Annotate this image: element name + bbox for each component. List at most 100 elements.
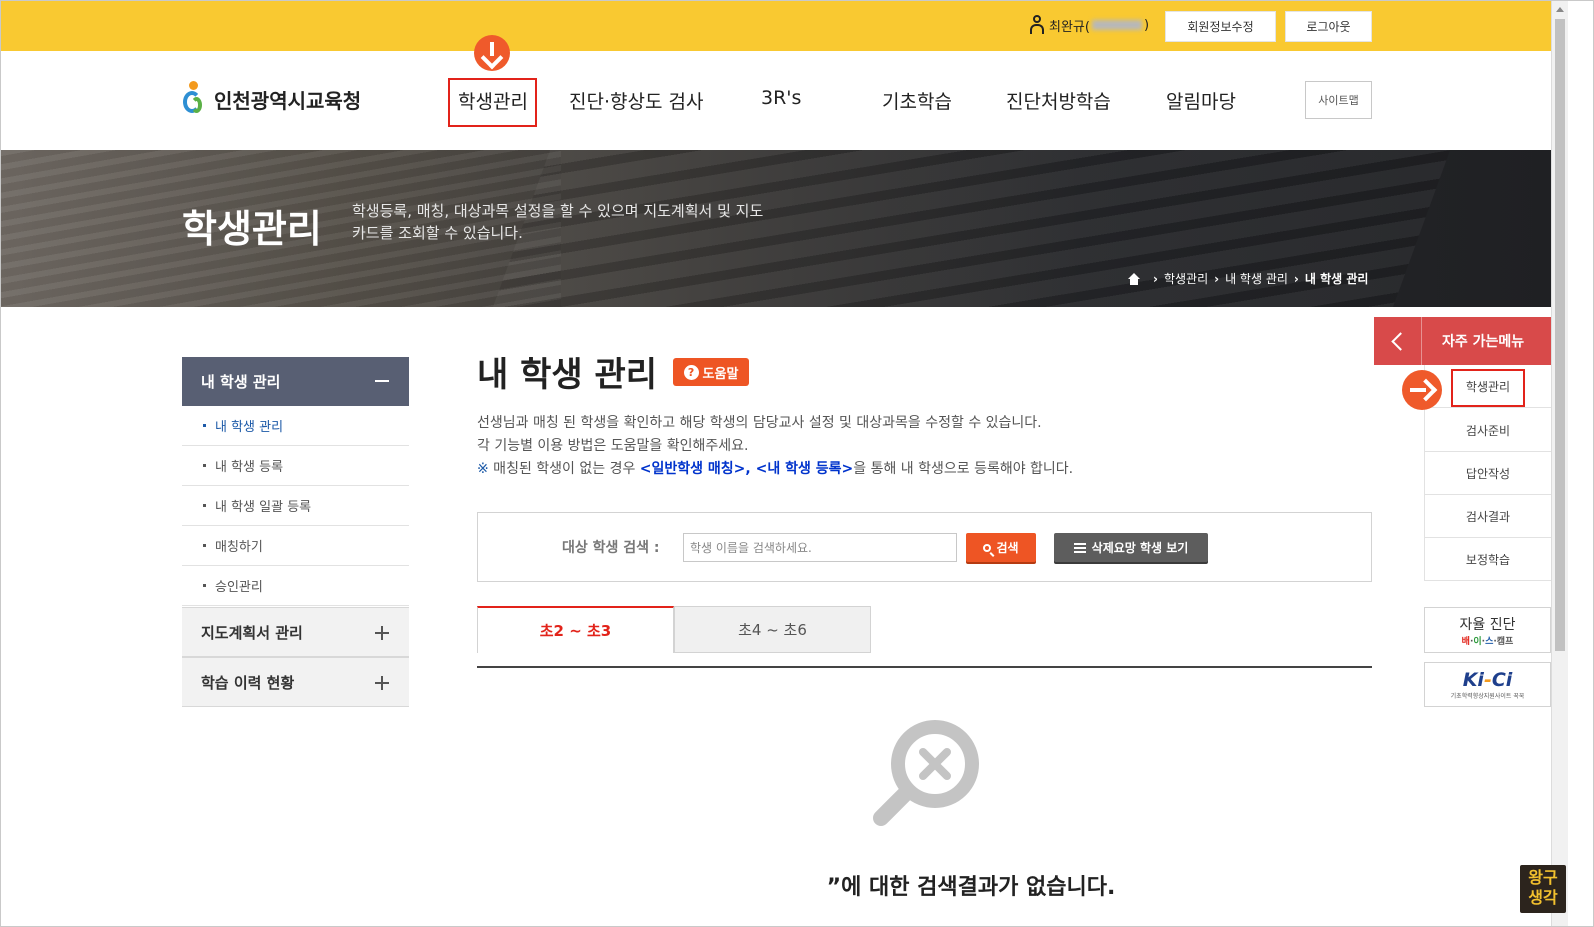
user-info: 최완규( ) [1029,15,1149,35]
banner-title: 학생관리 [182,207,322,251]
quick-menu-title: 자주 가는메뉴 [1442,334,1525,350]
note-text: 매칭된 학생이 없는 경우 [488,461,640,477]
register-student-link[interactable]: <내 학생 등록> [756,461,854,477]
nav-notice[interactable]: 알림마당 [1166,87,1236,114]
search-button-label: 검색 [996,541,1019,555]
home-icon[interactable] [1127,272,1141,285]
quick-highlight-box [1451,369,1525,407]
banner-subtitle: 배·이·스·캠프 [1461,636,1514,647]
quick-menu-header: 자주 가는메뉴 [1374,317,1551,365]
kici-logo: Ki-Ci [1462,669,1513,691]
right-arrow-icon [1402,370,1442,410]
search-button[interactable]: 검색 [966,533,1036,562]
breadcrumb: › 학생관리 › 내 학생 관리 › 내 학생 관리 [1127,270,1368,287]
sidebar-group-label: 내 학생 관리 [201,373,281,391]
nav-prescription-learning[interactable]: 진단처방학습 [1006,87,1111,114]
down-arrow-icon [474,35,510,71]
tab-grade-4-6[interactable]: 초4 ~ 초6 [674,606,871,653]
logo-mark-icon [182,81,206,117]
page-title: 내 학생 관리 [477,355,658,395]
search-icon [983,543,992,552]
sidebar-item-my-student-management[interactable]: 내 학생 관리 [182,406,409,446]
nav-diagnosis-test[interactable]: 진단·향상도 검사 [569,87,703,114]
sidebar-item-label: 매칭하기 [215,540,263,555]
tab-grade-2-3[interactable]: 초2 ~ 초3 [477,606,674,653]
sidebar-group-label: 학습 이력 현황 [201,673,295,692]
breadcrumb-item[interactable]: 내 학생 관리 [1225,270,1288,287]
scroll-thumb[interactable] [1555,19,1565,651]
empty-result-message: ”에 대한 검색결과가 없습니다. [826,875,1116,900]
bullet-icon [203,544,206,547]
student-search-panel: 대상 학생 검색 : 검색 삭제요망 학생 보기 [477,512,1372,582]
top-utility-bar: 최완규( ) 회원정보수정 로그아웃 [1,1,1551,51]
site-header: 인천광역시교육청 학생관리 진단·향상도 검사 3R's 기초학습 진단처방학습… [1,51,1551,150]
edit-profile-button[interactable]: 회원정보수정 [1165,11,1276,42]
sidebar-group-label: 지도계획서 관리 [201,623,303,642]
view-deleted-students-button[interactable]: 삭제요망 학생 보기 [1054,533,1208,562]
self-diagnosis-banner[interactable]: 자율 진단 배·이·스·캠프 [1424,607,1551,653]
note-text: 을 통해 내 학생으로 등록해야 합니다. [853,461,1074,477]
chevron-left-icon[interactable] [1374,317,1422,365]
view-deleted-label: 삭제요망 학생 보기 [1091,541,1189,555]
user-icon [1029,15,1045,35]
vertical-scrollbar[interactable] [1551,1,1568,926]
sidebar-item-label: 내 학생 관리 [215,420,284,435]
description-note: ※ 매칭된 학생이 없는 경우 <일반학생 매칭>, <내 학생 등록>을 통해… [477,458,1073,481]
chevron-right-icon: › [1153,271,1158,286]
blurred-user-id [1091,20,1142,30]
banner-description: 학생등록, 매칭, 대상과목 설정을 할 수 있으며 지도계획서 및 지도카드를… [352,202,764,242]
logo-text: 인천광역시교육청 [214,88,362,113]
question-icon: ? [683,364,699,380]
site-logo[interactable]: 인천광역시교육청 [182,81,361,117]
nav-highlight-box [448,78,537,127]
logout-button[interactable]: 로그아웃 [1285,11,1372,42]
sidebar-group-guidance-plan[interactable]: 지도계획서 관리 [182,607,409,657]
minus-icon [375,380,389,382]
watermark: 왕구 생각 [1520,865,1566,913]
chevron-right-icon: › [1293,271,1299,286]
sidebar-item-label: 내 학생 등록 [215,460,284,475]
breadcrumb-item[interactable]: 학생관리 [1164,270,1208,287]
quick-item-test-prep[interactable]: 검사준비 [1424,409,1551,452]
nav-basic-learning[interactable]: 기초학습 [882,87,952,114]
kici-banner[interactable]: Ki-Ci 기초학력향상지원사이트 꾹꾹 [1424,662,1551,707]
sidebar-item-label: 승인관리 [215,580,263,595]
quick-item-remedial-learning[interactable]: 보정학습 [1424,538,1551,581]
no-result-search-icon [873,720,979,826]
quick-item-test-results[interactable]: 검사결과 [1424,495,1551,538]
sidebar-item-bulk-register[interactable]: 내 학생 일괄 등록 [182,486,409,526]
help-label: 도움말 [702,366,739,382]
general-student-matching-link[interactable]: <일반학생 매칭> [640,461,746,477]
sidebar-group-learning-history[interactable]: 학습 이력 현황 [182,657,409,707]
kici-subtitle: 기초학력향상지원사이트 꾹꾹 [1450,693,1525,700]
student-search-input[interactable] [683,533,957,562]
sidebar-item-approval[interactable]: 승인관리 [182,566,409,606]
bullet-icon [203,584,206,587]
plus-icon [375,676,389,690]
note-comma: , [745,461,756,477]
page-banner: 학생관리 학생등록, 매칭, 대상과목 설정을 할 수 있으며 지도계획서 및 … [1,150,1551,307]
browser-frame: 최완규( ) 회원정보수정 로그아웃 인천광역시교육청 학생관리 진단·향상도 … [0,0,1594,927]
sidebar-item-label: 내 학생 일괄 등록 [215,500,312,515]
watermark-line: 생각 [1528,888,1558,907]
note-mark: ※ [477,461,489,477]
sitemap-button[interactable]: 사이트맵 [1305,81,1372,119]
user-name-suffix: ) [1143,17,1150,33]
description-line: 각 기능별 이용 방법은 도움말을 확인해주세요. [477,438,749,454]
watermark-line: 왕구 [1528,868,1558,887]
sidebar-item-register-student[interactable]: 내 학생 등록 [182,446,409,486]
quick-item-answer-writing[interactable]: 답안작성 [1424,452,1551,495]
list-icon [1073,542,1086,553]
search-label: 대상 학생 검색 : [562,540,660,556]
breadcrumb-current: 내 학생 관리 [1304,272,1369,286]
sidebar-item-matching[interactable]: 매칭하기 [182,526,409,566]
bullet-icon [203,504,206,507]
bullet-icon [203,464,206,467]
sidebar-group-my-students[interactable]: 내 학생 관리 [182,357,409,406]
scroll-up-icon[interactable] [1556,7,1564,12]
tab-divider [477,666,1372,668]
plus-icon [375,626,389,640]
help-button[interactable]: ? 도움말 [673,358,749,386]
user-name: 최완규( [1049,19,1090,35]
nav-3rs[interactable]: 3R's [761,87,801,109]
